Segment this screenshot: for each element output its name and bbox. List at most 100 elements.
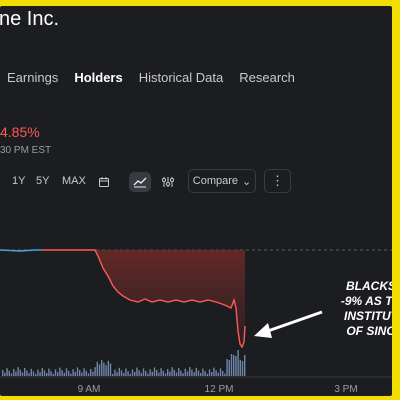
indicators-icon[interactable] (157, 172, 179, 192)
volume-bar (184, 368, 186, 376)
annotation-line: -9% AS TR (340, 294, 392, 308)
volume-bar (195, 367, 197, 376)
x-tick-label: 9 AM (78, 384, 101, 395)
volume-bar (63, 372, 65, 376)
price-area-fill (95, 250, 245, 347)
volume-bar (136, 367, 138, 376)
volume-bar (103, 362, 105, 376)
volume-bar (15, 371, 17, 376)
volume-bar (224, 373, 226, 376)
volume-bar (233, 355, 235, 376)
volume-bar (26, 370, 28, 376)
calendar-icon[interactable] (93, 172, 115, 192)
volume-bar (107, 360, 109, 376)
volume-bar (8, 370, 10, 376)
x-tick-label: 12 PM (205, 384, 234, 395)
volume-bar (171, 367, 173, 376)
volume-bar (10, 373, 13, 376)
volume-bar (230, 354, 233, 376)
volume-bar (83, 368, 85, 376)
chevron-down-icon: ⌄ (242, 175, 252, 188)
tab-research[interactable]: Research (239, 70, 295, 85)
volume-bar (145, 371, 147, 376)
volume-bar (116, 372, 118, 376)
volume-bar (160, 368, 162, 376)
volume-bar (28, 373, 30, 376)
tab-holders[interactable]: Holders (74, 70, 122, 85)
volume-bar (76, 367, 79, 376)
volume-bar (6, 368, 8, 376)
line-chart-icon[interactable] (129, 172, 151, 192)
volume-bar (125, 368, 127, 376)
volume-bar (59, 367, 61, 376)
volume-bar (24, 368, 26, 376)
volume-bar (118, 367, 120, 376)
more-options-button[interactable]: ⋮ (264, 169, 291, 193)
x-tick-label: 3 PM (334, 384, 357, 395)
volume-bar (74, 371, 76, 376)
volume-bar (219, 368, 222, 376)
range-5y[interactable]: 5Y (36, 175, 49, 187)
volume-bar (114, 369, 116, 376)
volume-bar (123, 373, 125, 376)
volume-bar (87, 373, 90, 376)
compare-label: Compare (192, 175, 239, 187)
volume-bar (204, 371, 206, 376)
volume-bar (239, 360, 241, 376)
compare-button[interactable]: Compare ⌄ (188, 169, 256, 193)
volume-bar (85, 370, 87, 376)
volume-bar (37, 369, 39, 376)
volume-bar (105, 365, 107, 376)
volume-bar (57, 372, 59, 376)
volume-bar (226, 359, 228, 376)
volume-bar (112, 374, 114, 376)
volume-bar (153, 367, 156, 376)
volume-bar (149, 369, 151, 376)
range-1y[interactable]: 1Y (12, 175, 25, 187)
annotation-line: OF SINO (346, 324, 392, 338)
volume-bar (180, 370, 182, 376)
volume-bar (46, 373, 48, 376)
volume-bar (134, 372, 136, 376)
volume-bar (72, 369, 74, 376)
quote-tabs: Earnings Holders Historical Data Researc… (7, 70, 295, 85)
volume-bar (21, 372, 24, 376)
page-title: ne Inc. (0, 8, 60, 30)
volume-bar (32, 371, 35, 376)
annotation-arrow-head (254, 323, 272, 338)
volume-bar (241, 361, 244, 376)
volume-bar (52, 373, 54, 376)
volume-bar (129, 373, 131, 376)
volume-bar (79, 370, 81, 376)
volume-bar (202, 368, 204, 376)
volume-bar (120, 370, 123, 376)
volume-bar (147, 373, 149, 376)
stock-page: ne Inc. Earnings Holders Historical Data… (0, 6, 392, 396)
volume-bar (4, 372, 6, 376)
volume-bar (70, 373, 72, 376)
tab-historical-data[interactable]: Historical Data (139, 70, 224, 85)
volume-bar (182, 373, 184, 376)
volume-bar (156, 370, 158, 376)
volume-bar (92, 371, 94, 376)
volume-bar (131, 369, 134, 376)
volume-bar (213, 367, 215, 376)
range-max[interactable]: MAX (62, 175, 86, 187)
volume-bar (35, 374, 37, 376)
volume-bar (13, 369, 15, 376)
tab-earnings[interactable]: Earnings (7, 70, 58, 85)
price-change-percent: 4.85% (0, 124, 40, 140)
annotation-line: BLACKS (346, 279, 392, 293)
volume-bar (50, 371, 52, 376)
volume-bar (30, 368, 32, 376)
annotation-arrow-shaft (264, 310, 323, 334)
volume-bar (164, 373, 167, 376)
volume-bar (68, 371, 70, 376)
volume-bar (48, 368, 50, 376)
volume-bar (217, 372, 219, 376)
volume-bar (43, 370, 46, 376)
volume-bar (215, 370, 217, 376)
volume-bar (193, 372, 195, 376)
volume-bar (101, 360, 103, 376)
volume-bar (178, 368, 180, 376)
